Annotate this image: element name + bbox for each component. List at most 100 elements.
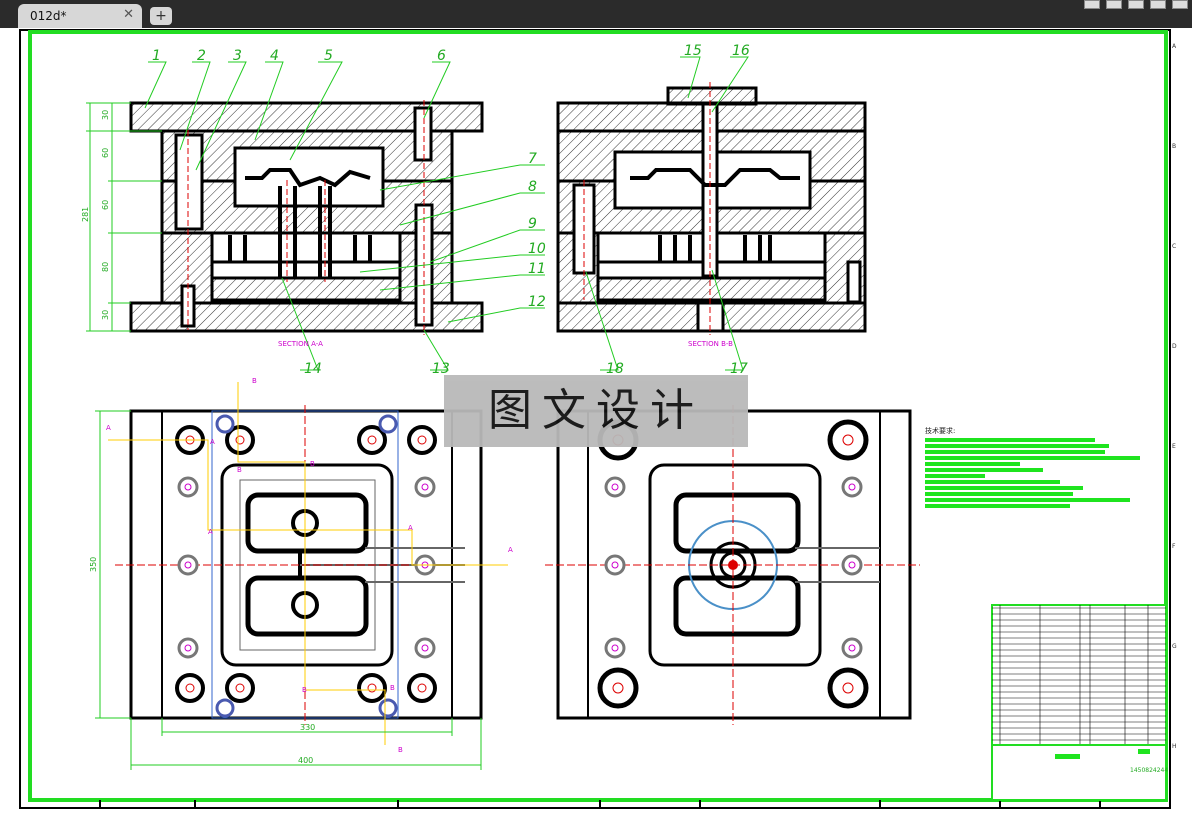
bolt-hole — [827, 667, 869, 709]
cut-marker-A: A — [408, 524, 413, 532]
total-height-label: 281 — [81, 207, 90, 222]
border-letter: A — [1172, 43, 1177, 50]
part-number-1: 1 — [152, 48, 161, 64]
redacted-note-line — [925, 456, 1140, 460]
part-number-15: 15 — [684, 43, 702, 59]
bolt-hole — [225, 673, 255, 703]
bolt-hole — [407, 673, 437, 703]
tab-label: 012d* — [30, 9, 67, 23]
bolt-hole — [827, 419, 869, 461]
title-block: 1450824244 — [991, 604, 1168, 801]
close-icon[interactable]: ✕ — [123, 7, 134, 22]
redacted-note-line — [925, 474, 985, 478]
cut-marker-A: A — [208, 528, 213, 536]
part-number-12: 12 — [528, 294, 546, 310]
height-dim-label: 60 — [101, 148, 110, 158]
section-b-title: SECTION B-B — [688, 340, 733, 348]
border-letter: G — [1172, 643, 1177, 650]
height-dim-label: 80 — [101, 262, 110, 272]
height-dimensions — [86, 102, 162, 332]
bolt-hole — [175, 673, 205, 703]
drawing-tab[interactable]: 012d* ✕ — [18, 4, 142, 28]
tab-bar: 012d* ✕ + — [0, 0, 1192, 28]
return-pin-hole — [378, 414, 398, 434]
redacted-note-line — [925, 468, 1043, 472]
part-number-6: 6 — [437, 48, 446, 64]
redacted-note-line — [925, 444, 1109, 448]
bolt-hole — [357, 673, 387, 703]
drawing-number: 1450824244 — [1130, 767, 1168, 774]
guide-pin-hole — [177, 476, 199, 498]
part-number-8: 8 — [528, 179, 537, 195]
border-letter: D — [1172, 343, 1177, 350]
part-number-7: 7 — [528, 151, 537, 167]
outer-width-label: 400 — [298, 756, 313, 765]
section-a-title: SECTION A-A — [278, 340, 323, 348]
return-pin-hole — [215, 698, 235, 718]
section-titles: SECTION A-A SECTION B-B — [278, 340, 733, 348]
tool-icon[interactable] — [1128, 0, 1144, 9]
cut-marker-B: B — [398, 746, 403, 754]
tool-icon[interactable] — [1172, 0, 1188, 9]
guide-pin-hole — [414, 476, 436, 498]
bolt-hole — [407, 425, 437, 455]
return-pin-hole — [215, 414, 235, 434]
cut-marker-A: A — [106, 424, 111, 432]
plan-view-fixed-half — [545, 405, 920, 725]
redacted-note-line — [925, 450, 1105, 454]
guide-pin-hole — [604, 637, 626, 659]
part-number-5: 5 — [324, 48, 333, 64]
tool-icon[interactable] — [1084, 0, 1100, 9]
guide-pin-hole — [604, 476, 626, 498]
inner-width-label: 330 — [300, 723, 315, 732]
watermark-text: 图文设计 — [488, 385, 704, 436]
border-letter: C — [1172, 243, 1176, 250]
part-number-16: 16 — [732, 43, 750, 59]
redacted-note-line — [925, 504, 1070, 508]
part-number-2: 2 — [197, 48, 206, 64]
guide-pin-hole — [841, 637, 863, 659]
border-letter: B — [1172, 143, 1176, 150]
border-zone-letters: A B C D E F G H — [1172, 43, 1177, 750]
part-number-10: 10 — [528, 241, 546, 257]
guide-pin-hole — [841, 476, 863, 498]
border-letter: H — [1172, 743, 1177, 750]
cut-marker-B: B — [310, 460, 315, 468]
watermark-banner: 图文设计 — [444, 375, 748, 447]
part-number-14: 14 — [304, 361, 322, 377]
cut-marker-B: B — [252, 377, 257, 385]
cut-marker-A: A — [210, 438, 215, 446]
redacted-note-line — [925, 462, 1020, 466]
part-number-4: 4 — [270, 48, 279, 64]
part-number-9: 9 — [528, 216, 537, 232]
height-dim-label: 30 — [101, 310, 110, 320]
guide-pin-hole — [604, 554, 626, 576]
cut-marker-B: B — [390, 684, 395, 692]
section-b-b-view — [556, 82, 867, 335]
redacted-note-line — [925, 492, 1073, 496]
part-number-3: 3 — [233, 48, 242, 64]
bolt-hole — [357, 425, 387, 455]
border-letter: F — [1172, 543, 1176, 550]
redacted-note-line — [925, 438, 1095, 442]
height-dim-label: 60 — [101, 200, 110, 210]
height-dim-label: 30 — [101, 110, 110, 120]
redacted-note-line — [925, 498, 1130, 502]
plate-height-label: 350 — [89, 557, 98, 572]
technical-requirements: 技术要求: — [925, 426, 1145, 508]
redacted-note-line — [925, 480, 1060, 484]
tech-notes-title: 技术要求: — [925, 427, 956, 435]
toolbar-icons — [1084, 0, 1188, 9]
new-tab-button[interactable]: + — [150, 7, 172, 25]
redacted-note-line — [925, 486, 1083, 490]
border-letter: E — [1172, 443, 1176, 450]
guide-pin-hole — [177, 554, 199, 576]
guide-pin-hole — [177, 637, 199, 659]
tool-icon[interactable] — [1106, 0, 1122, 9]
tool-icon[interactable] — [1150, 0, 1166, 9]
cut-marker-A: A — [508, 546, 513, 554]
guide-pin-hole — [414, 637, 436, 659]
cut-marker-B: B — [302, 686, 307, 694]
bolt-hole — [597, 667, 639, 709]
part-number-11: 11 — [528, 261, 546, 277]
